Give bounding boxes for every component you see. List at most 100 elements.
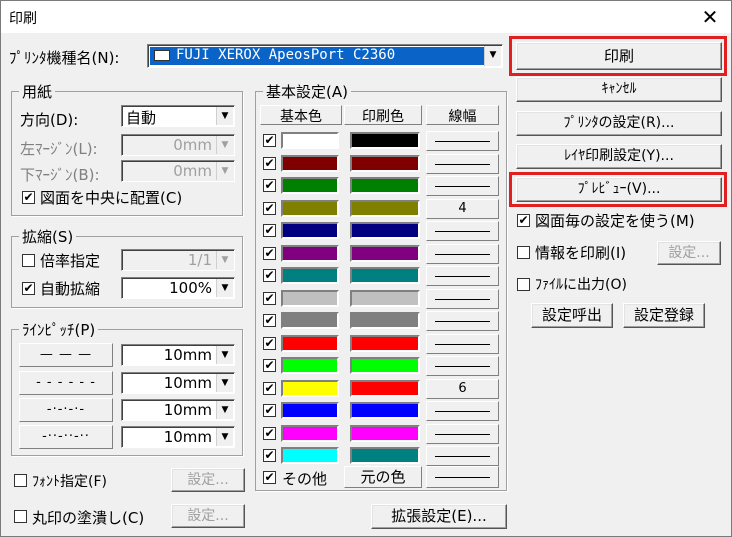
file-output-checkbox[interactable] <box>517 278 530 291</box>
base-color-swatch[interactable] <box>281 425 339 442</box>
close-icon[interactable]: ✕ <box>695 3 725 31</box>
other-checkbox[interactable]: ✔ <box>263 471 276 484</box>
line-width-button[interactable] <box>426 356 499 376</box>
print-color-swatch[interactable] <box>350 402 420 419</box>
line-width-button[interactable] <box>426 424 499 444</box>
color-row-checkbox[interactable]: ✔ <box>263 179 276 192</box>
per-drawing-checkbox[interactable]: ✔ <box>517 214 530 227</box>
line-width-button[interactable]: 6 <box>426 379 499 399</box>
base-color-swatch[interactable] <box>281 245 339 262</box>
base-color-swatch[interactable] <box>281 380 339 397</box>
color-row-checkbox[interactable]: ✔ <box>263 337 276 350</box>
line-width-button[interactable] <box>426 221 499 241</box>
print-color-swatch[interactable] <box>350 335 420 352</box>
line-width-button[interactable] <box>426 131 499 151</box>
chevron-down-icon[interactable]: ▼ <box>216 374 233 392</box>
circle-fill-settings-button[interactable]: 設定... <box>171 504 245 528</box>
chevron-down-icon[interactable]: ▼ <box>216 401 233 419</box>
print-color-swatch[interactable] <box>350 155 420 172</box>
line-width-button[interactable] <box>426 334 499 354</box>
line-width-button[interactable]: 4 <box>426 199 499 219</box>
base-color-swatch[interactable] <box>281 402 339 419</box>
extended-settings-button[interactable]: 拡張設定(E)... <box>371 504 507 529</box>
print-color-swatch[interactable] <box>350 177 420 194</box>
print-color-swatch[interactable] <box>350 312 420 329</box>
auto-scale-checkbox[interactable]: ✔ <box>22 282 35 295</box>
print-color-swatch[interactable] <box>350 200 420 217</box>
left-margin-select[interactable]: 0mm ▼ <box>121 134 235 156</box>
print-info-checkbox[interactable] <box>517 246 530 259</box>
linepitch-value-select[interactable]: 10mm ▼ <box>121 372 235 394</box>
layer-print-settings-button[interactable]: ﾚｲﾔ印刷設定(Y)... <box>516 144 722 169</box>
base-color-swatch[interactable] <box>281 312 339 329</box>
print-color-swatch[interactable] <box>350 245 420 262</box>
print-color-swatch[interactable] <box>350 447 420 464</box>
color-row-checkbox[interactable]: ✔ <box>263 404 276 417</box>
base-color-swatch[interactable] <box>281 290 339 307</box>
color-row-checkbox[interactable]: ✔ <box>263 134 276 147</box>
direction-select[interactable]: 自動 ▼ <box>121 105 235 127</box>
print-color-swatch[interactable] <box>350 222 420 239</box>
linepitch-pattern-button[interactable]: - - - - - - <box>19 371 113 395</box>
linepitch-value-select[interactable]: 10mm ▼ <box>121 399 235 421</box>
preview-button[interactable]: ﾌﾟﾚﾋﾞｭｰ(V)... <box>516 177 722 202</box>
line-width-button[interactable] <box>426 311 499 331</box>
bottom-margin-select[interactable]: 0mm ▼ <box>121 160 235 182</box>
color-row-checkbox[interactable]: ✔ <box>263 359 276 372</box>
auto-scale-select[interactable]: 100% ▼ <box>121 277 235 299</box>
chevron-down-icon[interactable]: ▼ <box>216 428 233 446</box>
base-color-swatch[interactable] <box>281 335 339 352</box>
chevron-down-icon[interactable]: ▼ <box>216 279 233 297</box>
color-row-checkbox[interactable]: ✔ <box>263 382 276 395</box>
chevron-down-icon[interactable]: ▼ <box>216 107 233 125</box>
print-button[interactable]: 印刷 <box>516 42 722 70</box>
line-width-button[interactable] <box>426 176 499 196</box>
line-width-button[interactable] <box>426 289 499 309</box>
call-settings-button[interactable]: 設定呼出 <box>531 303 613 328</box>
base-color-swatch[interactable] <box>281 267 339 284</box>
font-spec-settings-button[interactable]: 設定... <box>171 468 245 492</box>
circle-fill-checkbox[interactable] <box>14 510 27 523</box>
printer-settings-button[interactable]: ﾌﾟﾘﾝﾀの設定(R)... <box>516 111 722 136</box>
print-info-settings-button[interactable]: 設定... <box>657 241 721 265</box>
center-checkbox[interactable]: ✔ <box>22 191 35 204</box>
print-color-swatch[interactable] <box>350 290 420 307</box>
ratio-select[interactable]: 1/1 ▼ <box>121 249 235 271</box>
base-color-swatch[interactable] <box>281 222 339 239</box>
color-row-checkbox[interactable]: ✔ <box>263 247 276 260</box>
chevron-down-icon[interactable]: ▼ <box>216 346 233 364</box>
color-row-checkbox[interactable]: ✔ <box>263 314 276 327</box>
linepitch-pattern-button[interactable]: -··-··-·· <box>19 425 113 449</box>
ratio-checkbox[interactable] <box>22 254 35 267</box>
base-color-swatch[interactable] <box>281 200 339 217</box>
print-color-swatch[interactable] <box>350 132 420 149</box>
linepitch-pattern-button[interactable]: -·-·-·- <box>19 398 113 422</box>
base-color-swatch[interactable] <box>281 155 339 172</box>
register-settings-button[interactable]: 設定登録 <box>623 303 705 328</box>
base-color-swatch[interactable] <box>281 357 339 374</box>
color-row-checkbox[interactable]: ✔ <box>263 427 276 440</box>
color-row-checkbox[interactable]: ✔ <box>263 292 276 305</box>
line-width-button[interactable] <box>426 266 499 286</box>
line-width-button[interactable] <box>426 446 499 466</box>
original-color-button[interactable]: 元の色 <box>344 466 422 488</box>
base-color-swatch[interactable] <box>281 132 339 149</box>
color-row-checkbox[interactable]: ✔ <box>263 157 276 170</box>
line-width-button[interactable] <box>426 154 499 174</box>
color-row-checkbox[interactable]: ✔ <box>263 449 276 462</box>
linepitch-pattern-button[interactable]: — — — <box>19 343 113 367</box>
other-width-button[interactable] <box>426 466 499 488</box>
print-color-swatch[interactable] <box>350 267 420 284</box>
linepitch-value-select[interactable]: 10mm ▼ <box>121 344 235 366</box>
print-color-swatch[interactable] <box>350 380 420 397</box>
chevron-down-icon[interactable]: ▼ <box>484 46 501 66</box>
line-width-button[interactable] <box>426 401 499 421</box>
base-color-swatch[interactable] <box>281 177 339 194</box>
linepitch-value-select[interactable]: 10mm ▼ <box>121 426 235 448</box>
color-row-checkbox[interactable]: ✔ <box>263 224 276 237</box>
print-color-swatch[interactable] <box>350 357 420 374</box>
printer-select[interactable]: FUJI XEROX ApeosPort C2360 ▼ <box>147 44 503 68</box>
cancel-button[interactable]: ｷｬﾝｾﾙ <box>516 77 722 102</box>
line-width-button[interactable] <box>426 244 499 264</box>
print-color-swatch[interactable] <box>350 425 420 442</box>
